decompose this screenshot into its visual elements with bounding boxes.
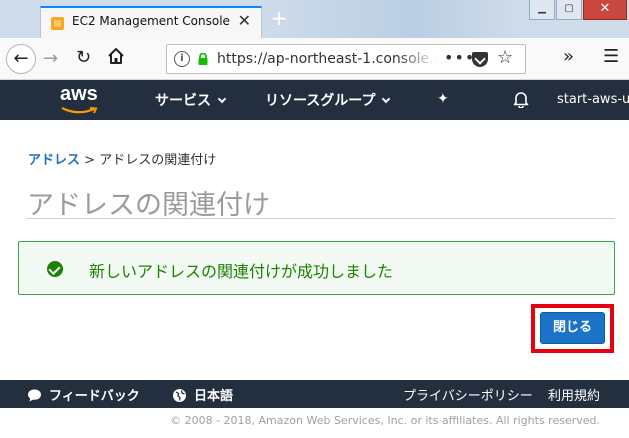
feedback-link[interactable]: フィードバック <box>27 385 140 404</box>
breadcrumb: アドレス > アドレスの関連付け <box>28 149 216 168</box>
title-divider <box>27 218 615 219</box>
chevron-down-icon <box>217 94 227 104</box>
home-icon[interactable] <box>106 46 126 66</box>
pocket-icon[interactable] <box>472 52 488 67</box>
aws-logo[interactable]: aws <box>60 83 98 106</box>
copyright-notice: © 2008 - 2018, Amazon Web Services, Inc.… <box>170 414 600 427</box>
tab-close-icon[interactable]: ✕ <box>238 12 251 30</box>
aws-console-header: aws サービス リソースグループ ✦ start-aws-u <box>0 80 629 120</box>
breadcrumb-current: アドレスの関連付け <box>99 153 217 168</box>
speech-bubble-icon <box>28 389 41 402</box>
url-text[interactable]: https://ap-northeast-1.console.aws.amazo… <box>217 51 437 67</box>
account-menu[interactable]: start-aws-u <box>557 92 629 107</box>
new-tab-button[interactable]: + <box>268 8 290 30</box>
window-controls: ▁ ▢ ✕ <box>528 0 627 22</box>
hamburger-menu-icon[interactable]: ☰ <box>603 46 619 67</box>
maximize-button[interactable]: ▢ <box>556 0 582 20</box>
breadcrumb-link-addresses[interactable]: アドレス <box>28 153 80 168</box>
services-menu[interactable]: サービス <box>155 90 227 110</box>
bookmark-star-icon[interactable]: ☆ <box>497 47 513 68</box>
address-bar[interactable]: i https://ap-northeast-1.console.aws.ama… <box>166 44 526 74</box>
browser-toolbar: ← → ↻ i https://ap-northeast-1.console.a… <box>0 38 629 80</box>
lock-icon <box>198 53 208 65</box>
back-button[interactable]: ← <box>6 44 36 74</box>
breadcrumb-separator: > <box>80 153 100 168</box>
privacy-policy-link[interactable]: プライバシーポリシー <box>403 385 533 404</box>
forward-button[interactable]: → <box>43 48 58 69</box>
minimize-button[interactable]: ▁ <box>529 0 555 20</box>
browser-tab[interactable]: EC2 Management Console ✕ <box>40 6 262 38</box>
pin-icon[interactable]: ✦ <box>437 91 449 107</box>
success-alert: 新しいアドレスの関連付けが成功しました <box>18 241 615 295</box>
close-button[interactable]: 閉じる <box>540 312 605 344</box>
terms-link[interactable]: 利用規約 <box>548 385 600 404</box>
aws-cube-icon <box>51 17 64 30</box>
resource-groups-label: リソースグループ <box>265 93 376 109</box>
reload-button[interactable]: ↻ <box>76 47 91 68</box>
chevron-down-icon <box>382 94 391 104</box>
check-circle-icon <box>47 261 63 277</box>
browser-titlebar: EC2 Management Console ✕ + ▁ ▢ ✕ <box>0 0 629 38</box>
resource-groups-menu[interactable]: リソースグループ <box>265 90 391 110</box>
page-actions-icon[interactable]: ••• <box>444 48 475 67</box>
aws-smile-logo <box>61 107 98 114</box>
console-footer: フィードバック 日本語 プライバシーポリシー 利用規約 <box>0 380 629 408</box>
page-title: アドレスの関連付け <box>27 190 270 221</box>
site-info-icon[interactable]: i <box>174 51 190 67</box>
desktop-background <box>260 0 520 38</box>
alert-message: 新しいアドレスの関連付けが成功しました <box>89 262 394 281</box>
overflow-chevron-icon[interactable]: » <box>563 46 574 67</box>
bell-icon[interactable] <box>513 90 529 108</box>
globe-icon <box>173 389 186 402</box>
tab-title: EC2 Management Console <box>72 14 230 28</box>
language-selector[interactable]: 日本語 <box>172 385 233 404</box>
services-label: サービス <box>155 93 211 109</box>
language-label: 日本語 <box>194 389 234 404</box>
feedback-label: フィードバック <box>49 389 140 404</box>
window-close-button[interactable]: ✕ <box>583 0 627 20</box>
